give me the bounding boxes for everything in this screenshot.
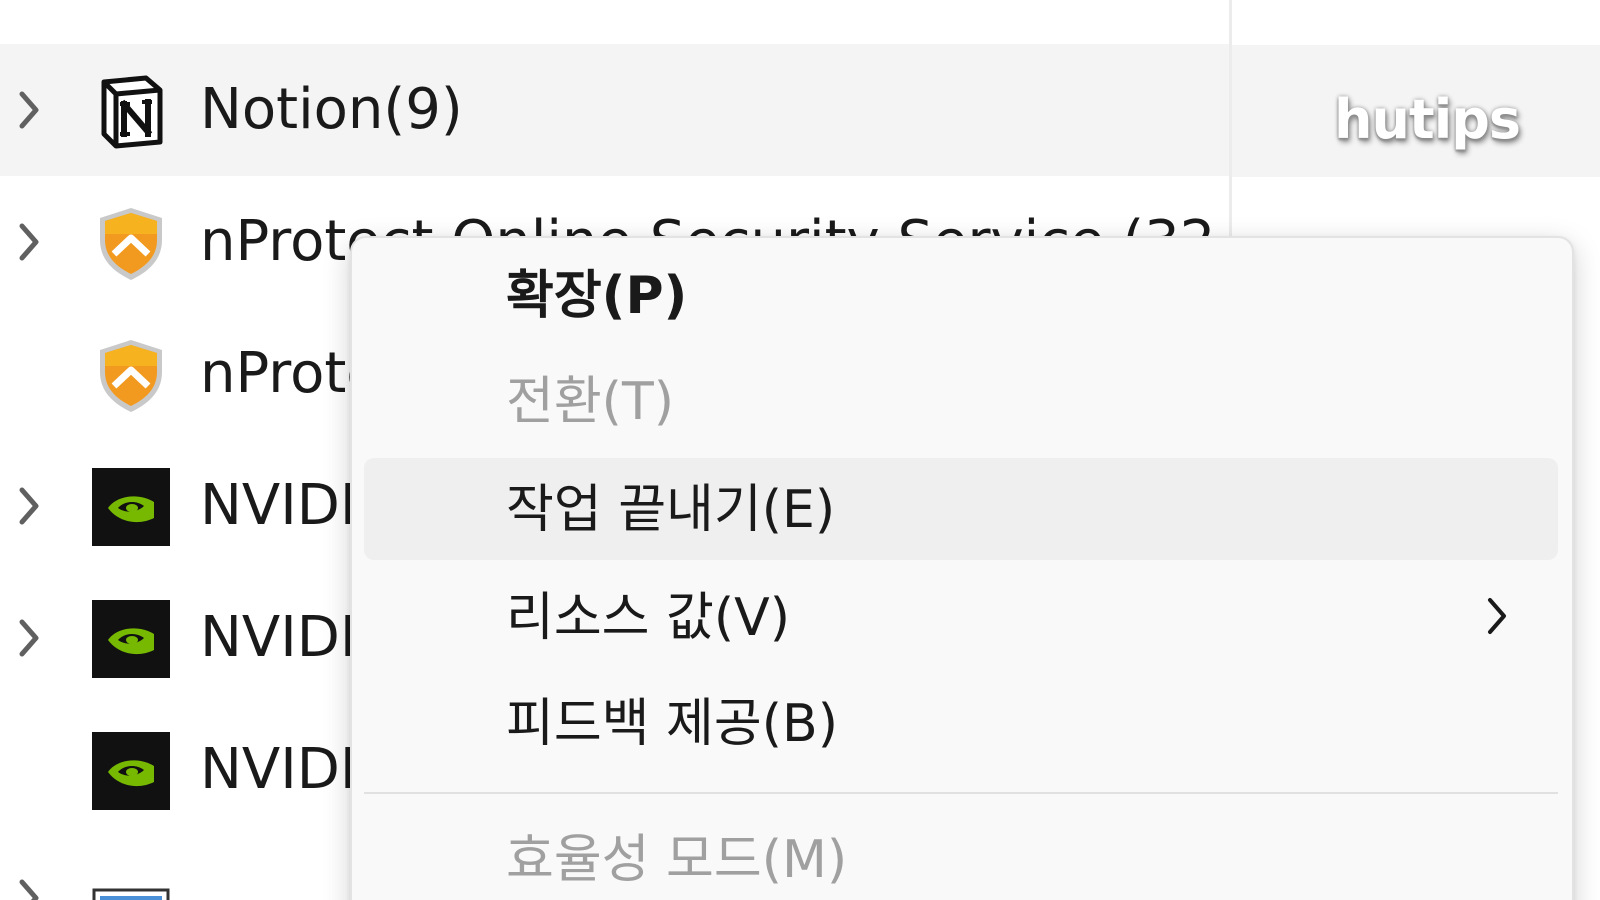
notion-icon — [101, 75, 163, 149]
menu-item-label: 리소스 값(V) — [506, 588, 791, 648]
nvidia-icon — [92, 600, 170, 678]
chevron-right-icon[interactable] — [14, 876, 42, 900]
menu-item-label: 피드백 제공(B) — [506, 694, 838, 754]
process-row-notion[interactable]: Notion(9) — [0, 44, 1230, 176]
menu-item-efficiency-mode[interactable]: 효율성 모드(M) — [364, 808, 1558, 900]
chevron-right-icon[interactable] — [14, 616, 42, 660]
menu-item-label: 작업 끝내기(E) — [506, 480, 836, 540]
shield-icon — [100, 208, 162, 280]
menu-item-resource-values[interactable]: 리소스 값(V) — [364, 566, 1558, 668]
nvidia-icon — [92, 468, 170, 546]
chevron-right-icon[interactable] — [14, 220, 42, 264]
menu-item-feedback[interactable]: 피드백 제공(B) — [364, 672, 1558, 774]
menu-item-label: 전환(T) — [506, 372, 675, 432]
menu-item-label: 확장(P) — [506, 266, 688, 326]
chevron-right-icon — [1488, 598, 1506, 634]
process-name: Notion(9) — [200, 77, 463, 142]
menu-separator — [364, 792, 1558, 794]
shield-icon — [100, 340, 162, 412]
chevron-right-icon[interactable] — [14, 88, 42, 132]
menu-item-expand[interactable]: 확장(P) — [364, 244, 1558, 346]
nvidia-icon — [92, 732, 170, 810]
watermark: hutips — [1334, 88, 1521, 151]
window-icon — [92, 888, 170, 900]
menu-item-end-task[interactable]: 작업 끝내기(E) — [364, 458, 1558, 560]
menu-item-switch[interactable]: 전환(T) — [364, 350, 1558, 452]
menu-item-label: 효율성 모드(M) — [506, 830, 848, 890]
chevron-right-icon[interactable] — [14, 484, 42, 528]
partial-row — [0, 0, 1230, 46]
